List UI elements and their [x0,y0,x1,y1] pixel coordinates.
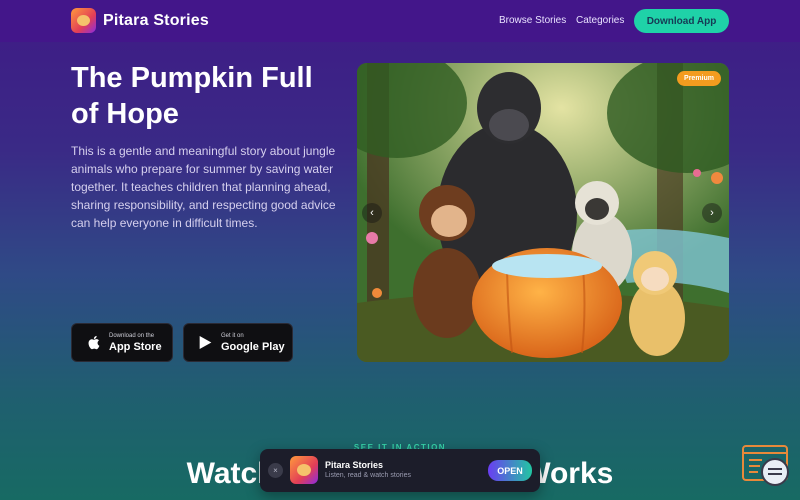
story-cover-illustration [357,63,729,362]
banner-app-logo [290,456,318,484]
brand-name: Pitara Stories [103,11,209,29]
google-play-label: Google Play [221,340,285,353]
brand-logo [71,8,96,33]
nav-link-browse-stories[interactable]: Browse Stories [499,15,566,26]
top-navbar: Pitara Stories Browse Stories Categories… [0,0,800,42]
google-play-button[interactable]: Get it on Google Play [183,323,293,362]
chevron-right-icon: › [710,207,714,219]
open-app-banner: × Pitara Stories Listen, read & watch st… [260,449,540,492]
nav-link-categories[interactable]: Categories [576,15,624,26]
carousel-prev-button[interactable]: ‹ [362,203,382,223]
play-store-icon [198,335,212,351]
open-app-button[interactable]: OPEN [488,460,532,481]
google-play-small-text: Get it on [221,332,244,339]
app-store-small-text: Download on the [109,332,155,339]
banner-app-name: Pitara Stories [325,460,384,470]
brand[interactable]: Pitara Stories [71,8,209,33]
apple-icon [86,335,100,351]
story-title: The Pumpkin Full of Hope [71,62,313,130]
help-chat-icon[interactable] [742,445,790,487]
app-store-label: App Store [109,340,162,353]
download-app-button[interactable]: Download App [634,9,729,33]
story-cover-carousel[interactable]: Premium ‹ › [357,63,729,362]
banner-app-subtitle: Listen, read & watch stories [325,472,411,479]
close-icon[interactable]: × [268,463,283,478]
story-description: This is a gentle and meaningful story ab… [71,144,336,230]
app-store-button[interactable]: Download on the App Store [71,323,173,362]
chevron-left-icon: ‹ [370,207,374,219]
premium-badge: Premium [677,71,721,86]
carousel-next-button[interactable]: › [702,203,722,223]
